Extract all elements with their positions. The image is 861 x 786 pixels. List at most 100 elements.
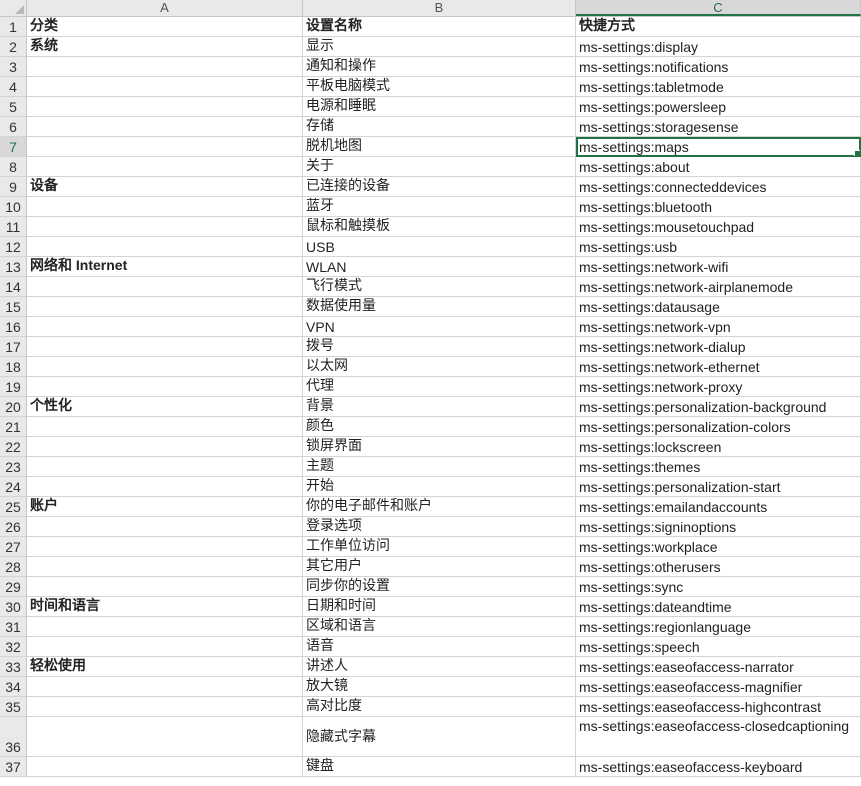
row-header[interactable]: 7	[0, 137, 27, 157]
row-header[interactable]: 35	[0, 697, 27, 717]
cell-setting-name[interactable]: 锁屏界面	[303, 437, 576, 457]
cell-category[interactable]	[27, 417, 303, 437]
row-header[interactable]: 34	[0, 677, 27, 697]
cell-category[interactable]	[27, 477, 303, 497]
selected-cell[interactable]: ms-settings:maps	[576, 137, 861, 157]
column-header-b[interactable]: B	[303, 0, 576, 16]
cell-category[interactable]	[27, 117, 303, 137]
cell-category[interactable]: 系统	[27, 37, 303, 57]
row-header[interactable]: 5	[0, 97, 27, 117]
row-header[interactable]: 9	[0, 177, 27, 197]
row-header[interactable]: 28	[0, 557, 27, 577]
cell-setting-name[interactable]: WLAN	[303, 257, 576, 277]
cell-shortcut[interactable]: ms-settings:easeofaccess-narrator	[576, 657, 861, 677]
cell-category[interactable]	[27, 617, 303, 637]
cell-setting-name[interactable]: 其它用户	[303, 557, 576, 577]
cell-setting-name[interactable]: 已连接的设备	[303, 177, 576, 197]
cell-shortcut[interactable]: ms-settings:network-proxy	[576, 377, 861, 397]
cell-setting-name[interactable]: 日期和时间	[303, 597, 576, 617]
cell-shortcut[interactable]: ms-settings:network-wifi	[576, 257, 861, 277]
cell-category[interactable]	[27, 277, 303, 297]
cell-shortcut[interactable]: ms-settings:powersleep	[576, 97, 861, 117]
cell-shortcut[interactable]: ms-settings:bluetooth	[576, 197, 861, 217]
row-header[interactable]: 14	[0, 277, 27, 297]
cell-category[interactable]	[27, 77, 303, 97]
cell-category[interactable]	[27, 377, 303, 397]
cell-category[interactable]	[27, 317, 303, 337]
cell-shortcut[interactable]: ms-settings:themes	[576, 457, 861, 477]
cell-category[interactable]: 轻松使用	[27, 657, 303, 677]
row-header[interactable]: 17	[0, 337, 27, 357]
row-header[interactable]: 36	[0, 717, 27, 757]
cell-setting-name[interactable]: 工作单位访问	[303, 537, 576, 557]
select-all-button[interactable]	[0, 0, 27, 16]
cell-setting-name[interactable]: 同步你的设置	[303, 577, 576, 597]
cell-category[interactable]	[27, 297, 303, 317]
cell-shortcut[interactable]: ms-settings:personalization-background	[576, 397, 861, 417]
cell-shortcut[interactable]: ms-settings:signinoptions	[576, 517, 861, 537]
cell-shortcut[interactable]: ms-settings:personalization-start	[576, 477, 861, 497]
cell-shortcut[interactable]: ms-settings:network-ethernet	[576, 357, 861, 377]
row-header[interactable]: 30	[0, 597, 27, 617]
row-header[interactable]: 3	[0, 57, 27, 77]
cell-shortcut[interactable]: ms-settings:network-airplanemode	[576, 277, 861, 297]
row-header[interactable]: 19	[0, 377, 27, 397]
cell-setting-name[interactable]: 显示	[303, 37, 576, 57]
cell-category[interactable]	[27, 577, 303, 597]
cell-category[interactable]: 时间和语言	[27, 597, 303, 617]
row-header[interactable]: 16	[0, 317, 27, 337]
cell-shortcut[interactable]: ms-settings:personalization-colors	[576, 417, 861, 437]
cell-setting-name[interactable]: 以太网	[303, 357, 576, 377]
row-header[interactable]: 20	[0, 397, 27, 417]
row-header[interactable]: 11	[0, 217, 27, 237]
cell-setting-name[interactable]: 数据使用量	[303, 297, 576, 317]
row-header[interactable]: 37	[0, 757, 27, 777]
cell-category[interactable]	[27, 217, 303, 237]
cell-shortcut[interactable]: ms-settings:network-dialup	[576, 337, 861, 357]
cell-setting-name[interactable]: 关于	[303, 157, 576, 177]
cell-setting-name[interactable]: 你的电子邮件和账户	[303, 497, 576, 517]
cell-setting-name[interactable]: 语音	[303, 637, 576, 657]
cell-setting-name[interactable]: 区域和语言	[303, 617, 576, 637]
cell-category[interactable]	[27, 557, 303, 577]
cell-setting-name[interactable]: 脱机地图	[303, 137, 576, 157]
cell-shortcut[interactable]: ms-settings:usb	[576, 237, 861, 257]
cell-category[interactable]: 网络和 Internet	[27, 257, 303, 277]
cell-shortcut[interactable]: ms-settings:storagesense	[576, 117, 861, 137]
cell-category[interactable]	[27, 357, 303, 377]
cell-category[interactable]	[27, 237, 303, 257]
cell-setting-name[interactable]: 主题	[303, 457, 576, 477]
row-header[interactable]: 12	[0, 237, 27, 257]
cell-setting-name[interactable]: VPN	[303, 317, 576, 337]
row-header[interactable]: 4	[0, 77, 27, 97]
row-header[interactable]: 29	[0, 577, 27, 597]
row-header[interactable]: 22	[0, 437, 27, 457]
row-header[interactable]: 2	[0, 37, 27, 57]
cell-shortcut[interactable]: ms-settings:notifications	[576, 57, 861, 77]
cell-shortcut[interactable]: ms-settings:sync	[576, 577, 861, 597]
cell-setting-name[interactable]: 拨号	[303, 337, 576, 357]
row-header[interactable]: 1	[0, 17, 27, 37]
cell-shortcut[interactable]: ms-settings:connecteddevices	[576, 177, 861, 197]
cell-setting-name[interactable]: 键盘	[303, 757, 576, 777]
cell-setting-name[interactable]: 电源和睡眠	[303, 97, 576, 117]
cell-category[interactable]	[27, 337, 303, 357]
cell-setting-name[interactable]: 高对比度	[303, 697, 576, 717]
cell-shortcut[interactable]: ms-settings:tabletmode	[576, 77, 861, 97]
row-header[interactable]: 23	[0, 457, 27, 477]
cell-category[interactable]	[27, 197, 303, 217]
cell-setting-name[interactable]: 隐藏式字幕	[303, 717, 576, 757]
cell-setting-name[interactable]: 飞行模式	[303, 277, 576, 297]
cell-shortcut[interactable]: ms-settings:display	[576, 37, 861, 57]
row-header[interactable]: 18	[0, 357, 27, 377]
row-header[interactable]: 21	[0, 417, 27, 437]
cell-category[interactable]	[27, 97, 303, 117]
cell-shortcut[interactable]: ms-settings:workplace	[576, 537, 861, 557]
cell-category[interactable]	[27, 457, 303, 477]
cell-shortcut[interactable]: ms-settings:network-vpn	[576, 317, 861, 337]
cell-setting-name[interactable]: 登录选项	[303, 517, 576, 537]
cell-category[interactable]	[27, 157, 303, 177]
cell-shortcut[interactable]: ms-settings:speech	[576, 637, 861, 657]
cell-category[interactable]	[27, 697, 303, 717]
cell-category[interactable]: 个性化	[27, 397, 303, 417]
